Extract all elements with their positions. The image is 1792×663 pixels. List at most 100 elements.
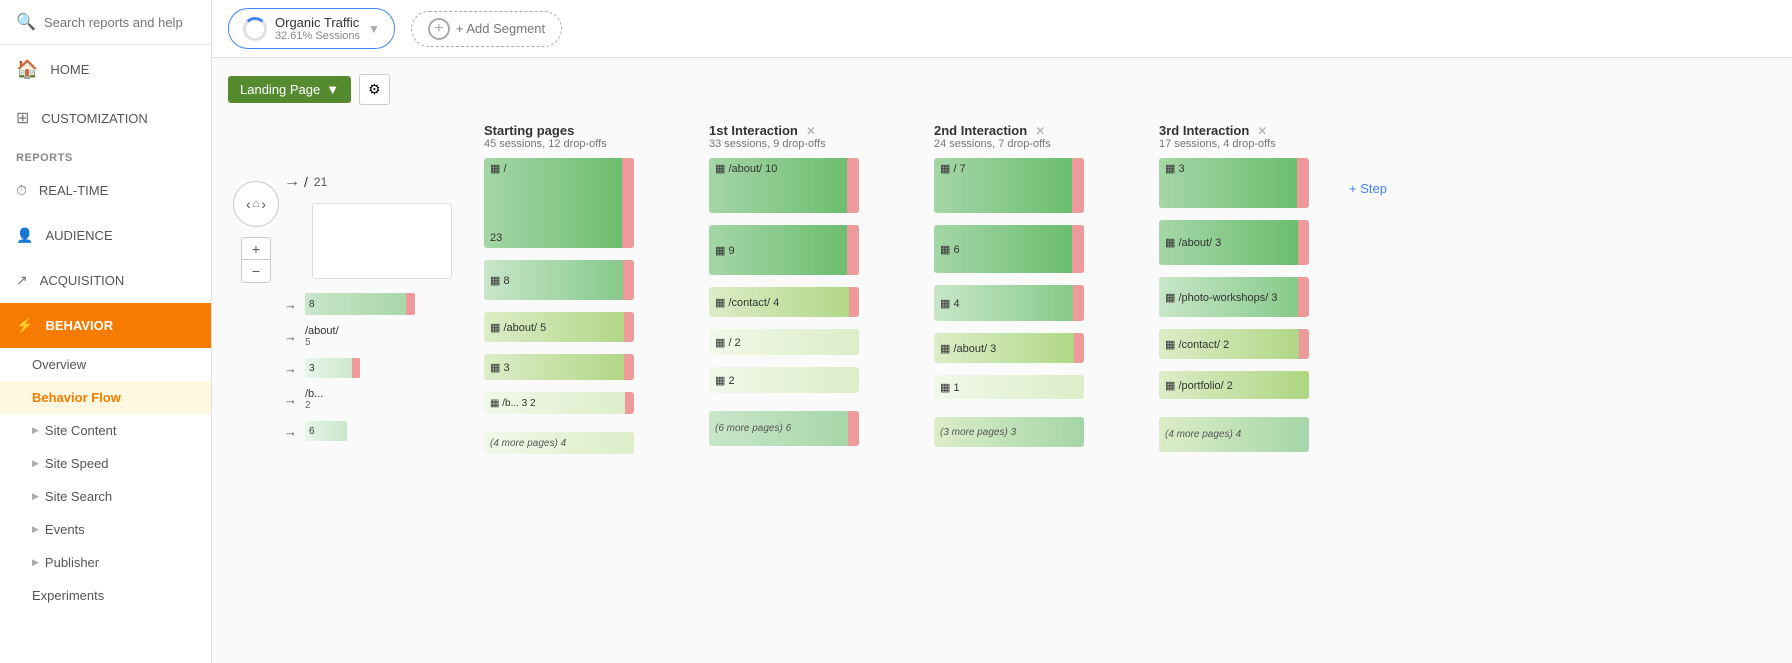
i3-red-1 xyxy=(1297,158,1309,208)
search-input[interactable] xyxy=(44,15,195,30)
gear-button[interactable]: ⚙ xyxy=(359,74,390,105)
i2-node-2: ▦ 6 xyxy=(934,225,1104,273)
sidebar-sub-publisher[interactable]: ▶ Publisher xyxy=(0,546,211,579)
sp-node-1: ▦ / 23 xyxy=(484,158,654,248)
root-node-row: → / 21 xyxy=(284,173,474,191)
zoom-controls: + − xyxy=(241,237,271,283)
zoom-out-button[interactable]: − xyxy=(242,260,270,282)
sidebar-sub-overview[interactable]: Overview xyxy=(0,348,211,381)
i3-node-2: ▦ /about/ 3 xyxy=(1159,220,1329,265)
flow-inner: Landing Page ▼ ⚙ ‹ ⌂ › + xyxy=(212,58,1792,478)
starting-node-5: → /b... 2 xyxy=(284,388,474,411)
audience-label: AUDIENCE xyxy=(45,228,112,243)
interaction3-close[interactable]: ✕ xyxy=(1257,124,1267,138)
i2-count-3: ▦ 4 xyxy=(940,297,960,310)
segment-loader xyxy=(243,17,267,41)
sidebar-item-behavior[interactable]: ⚡ BEHAVIOR xyxy=(0,303,211,348)
sp-node-3: ▦ /about/ 5 xyxy=(484,312,654,342)
home-nav-icon: ⌂ xyxy=(253,198,260,210)
realtime-label: REAL-TIME xyxy=(39,183,108,198)
sp-more-label: (4 more pages) 4 xyxy=(490,438,566,449)
i3-count-1: ▦ 3 xyxy=(1165,162,1185,175)
i3-text-2: ▦ /about/ 3 xyxy=(1165,236,1221,249)
zoom-in-button[interactable]: + xyxy=(242,238,270,260)
flow-area[interactable]: Landing Page ▼ ⚙ ‹ ⌂ › + xyxy=(212,58,1792,663)
home-icon: 🏠 xyxy=(16,59,38,80)
nav-arrows-column: ‹ ⌂ › + − xyxy=(228,121,284,462)
sidebar-item-realtime[interactable]: ⏱ REAL-TIME xyxy=(0,168,211,213)
i3-bar-2: ▦ /about/ 3 xyxy=(1159,220,1309,265)
i3-bar-1: ▦ 3 xyxy=(1159,158,1309,208)
sidebar-sub-site-search[interactable]: ▶ Site Search xyxy=(0,480,211,513)
landing-page-button[interactable]: Landing Page ▼ xyxy=(228,76,351,103)
interaction2-column: 2nd Interaction ✕ 24 sessions, 7 drop-of… xyxy=(934,121,1104,462)
segment-info: Organic Traffic 32.61% Sessions xyxy=(275,15,360,42)
i2-node-1: ▦ / 7 xyxy=(934,158,1104,213)
start-bar-4-count: 3 xyxy=(309,363,315,374)
realtime-icon: ⏱ xyxy=(16,182,27,199)
sidebar-sub-behavior-flow[interactable]: Behavior Flow xyxy=(0,381,211,414)
sidebar: 🔍 🏠 HOME ⊞ CUSTOMIZATION Reports ⏱ REAL-… xyxy=(0,0,212,663)
sp-red-2 xyxy=(623,260,634,300)
sidebar-item-customization[interactable]: ⊞ CUSTOMIZATION xyxy=(0,94,211,142)
sp-red-3 xyxy=(624,312,634,342)
i3-node-3: ▦ /photo-workshops/ 3 xyxy=(1159,277,1329,317)
sp-bar-3: ▦ /about/ 5 xyxy=(484,312,634,342)
nav-circle-btn[interactable]: ‹ ⌂ › xyxy=(233,181,279,227)
add-segment-btn[interactable]: + + Add Segment xyxy=(411,11,562,47)
interaction1-nodes: ▦ /about/ 10 ▦ 9 ▦ /co xyxy=(709,158,879,454)
segment-name: Organic Traffic xyxy=(275,15,360,30)
root-arrow-icon: → xyxy=(284,173,300,191)
sidebar-item-home-label: HOME xyxy=(50,62,89,77)
sidebar-item-home[interactable]: 🏠 HOME xyxy=(0,45,211,94)
i1-bar-6: (6 more pages) 6 xyxy=(709,411,859,446)
i1-text-3: ▦ /contact/ 4 xyxy=(715,296,779,309)
arrow-icon-5: → xyxy=(284,392,297,407)
start-bar-6-count: 6 xyxy=(309,426,315,437)
start-bar-6: 6 xyxy=(305,421,347,441)
sidebar-sub-experiments[interactable]: Experiments xyxy=(0,579,211,612)
i2-red-1 xyxy=(1072,158,1084,213)
sp-node-6: (4 more pages) 4 xyxy=(484,432,654,454)
sidebar-item-acquisition[interactable]: ↗ ACQUISITION xyxy=(0,258,211,303)
i1-bar-5: ▦ 2 xyxy=(709,367,859,393)
acquisition-label: ACQUISITION xyxy=(40,273,125,288)
sp-node-5: ▦ /b... 3 2 xyxy=(484,392,654,414)
i1-node-1: ▦ /about/ 10 xyxy=(709,158,879,213)
flow-columns: ‹ ⌂ › + − → / 21 xyxy=(228,121,1776,462)
behavior-label: BEHAVIOR xyxy=(45,318,113,333)
i3-bar-6: (4 more pages) 4 xyxy=(1159,417,1309,452)
start-about-label: /about/ xyxy=(305,325,339,337)
start-b-count: 2 xyxy=(305,400,323,411)
sidebar-sub-site-content[interactable]: ▶ Site Content xyxy=(0,414,211,447)
add-step-label: + Step xyxy=(1349,181,1387,196)
add-step-btn[interactable]: + Step xyxy=(1349,121,1387,462)
search-icon: 🔍 xyxy=(16,12,36,32)
sidebar-item-audience[interactable]: 👤 AUDIENCE xyxy=(0,213,211,258)
i1-bar-4: ▦ / 2 xyxy=(709,329,859,355)
arrow-icon-3: → xyxy=(284,329,297,344)
sidebar-sub-events[interactable]: ▶ Events xyxy=(0,513,211,546)
search-bar[interactable]: 🔍 xyxy=(0,0,211,45)
sp-bar-2: ▦ 8 xyxy=(484,260,634,300)
sp-bar-4: ▦ 3 xyxy=(484,354,634,380)
arrow-icon-4: → xyxy=(284,361,297,376)
i1-node-3: ▦ /contact/ 4 xyxy=(709,287,879,317)
interaction1-close[interactable]: ✕ xyxy=(806,124,816,138)
right-arrow-icon: › xyxy=(261,196,266,212)
sidebar-sub-site-speed[interactable]: ▶ Site Speed xyxy=(0,447,211,480)
i2-count-5: ▦ 1 xyxy=(940,381,960,394)
i1-more-label: (6 more pages) 6 xyxy=(715,423,791,434)
drop-red-2 xyxy=(406,293,415,315)
starting-pages-nodes: ▦ / 23 ▦ 8 xyxy=(484,158,654,462)
i3-bar-3: ▦ /photo-workshops/ 3 xyxy=(1159,277,1309,317)
organic-traffic-segment[interactable]: Organic Traffic 32.61% Sessions ▼ xyxy=(228,8,395,49)
customization-icon: ⊞ xyxy=(16,108,29,128)
i1-text-1: ▦ /about/ 10 xyxy=(715,162,777,175)
interaction2-close[interactable]: ✕ xyxy=(1035,124,1045,138)
starting-node-4: → 3 xyxy=(284,358,474,378)
i1-count-2: ▦ 9 xyxy=(715,244,735,257)
segment-dropdown-arrow: ▼ xyxy=(368,22,380,36)
start-bar-4: 3 xyxy=(305,358,360,378)
i3-node-4: ▦ /contact/ 2 xyxy=(1159,329,1329,359)
